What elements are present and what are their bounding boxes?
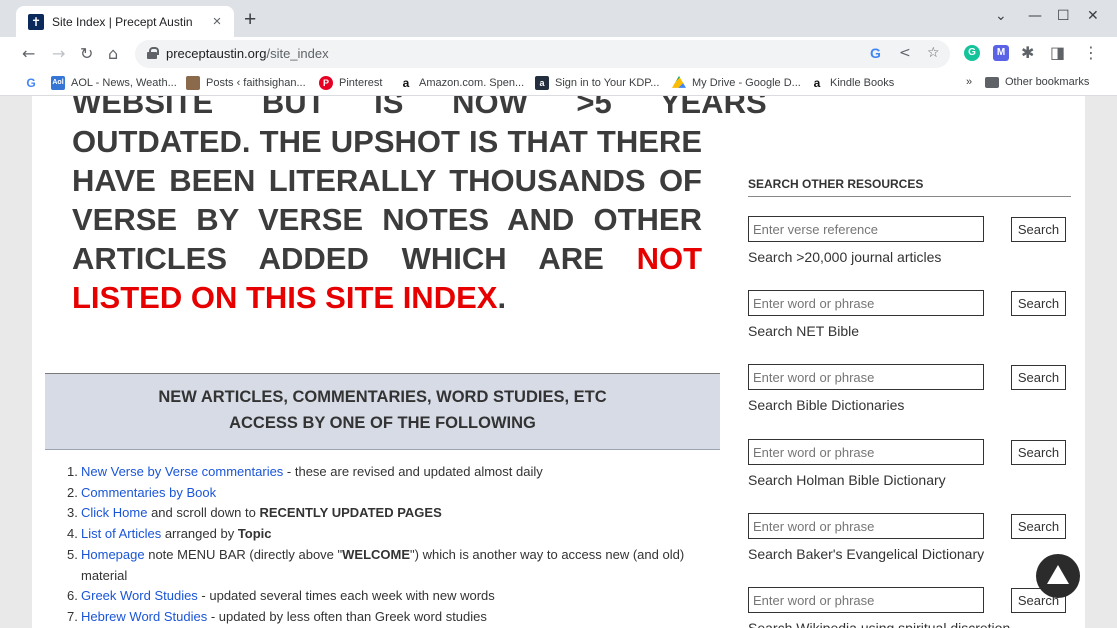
side-panel-icon[interactable]: ◨ — [1050, 43, 1065, 62]
bookmark-drive[interactable]: My Drive - Google D... — [672, 76, 801, 90]
extensions-puzzle-icon[interactable]: ✱ — [1021, 43, 1034, 62]
search-button[interactable]: Search — [1011, 440, 1066, 465]
new-articles-subheading: ACCESS BY ONE OF THE FOLLOWING — [229, 414, 536, 432]
cross-favicon-icon: ✝ — [28, 13, 44, 30]
search-input[interactable] — [748, 290, 984, 316]
amazon-icon: a — [402, 76, 410, 90]
search-label: Search NET Bible — [748, 323, 860, 339]
bookmark-kindle[interactable]: a Kindle Books — [810, 76, 895, 90]
posts-icon — [186, 76, 200, 90]
bookmarks-more-button[interactable]: » — [966, 76, 972, 88]
bookmark-aol[interactable]: Aol AOL - News, Weath... — [51, 76, 177, 90]
drive-icon — [672, 76, 686, 88]
browser-toolbar: ← → ↻ ⌂ preceptaustin.org/site_index G <… — [0, 37, 1117, 71]
site-index-notice: WEBSITE BUT IS NOW >5 YEARS OUTDATED. TH… — [72, 96, 767, 315]
list-item: 6. Greek Word Studies - updated several t… — [67, 588, 495, 604]
bookmark-star-icon[interactable]: ☆ — [927, 45, 940, 61]
share-icon[interactable]: < — [899, 45, 911, 61]
bookmark-pinterest[interactable]: P Pinterest — [319, 76, 382, 90]
search-input[interactable] — [748, 513, 984, 539]
search-resources-title: SEARCH OTHER RESOURCES — [748, 177, 924, 191]
browser-window: ✝ Site Index | Precept Austin × + ⌄ — ☐ … — [0, 0, 1117, 628]
kdp-icon: a — [535, 76, 549, 90]
close-window-button[interactable]: ✕ — [1087, 8, 1099, 24]
google-icon: G — [26, 76, 36, 90]
home-button[interactable]: ⌂ — [108, 44, 118, 63]
list-item: 3. Click Home and scroll down to RECENTLY… — [67, 505, 442, 521]
pinterest-icon: P — [319, 76, 333, 90]
maximize-button[interactable]: ☐ — [1057, 8, 1070, 24]
other-bookmarks[interactable]: Other bookmarks — [985, 76, 1089, 88]
grammarly-extension-icon[interactable]: G — [964, 45, 980, 61]
commentaries-by-book-link[interactable]: Commentaries by Book — [81, 485, 216, 500]
bookmarks-bar: G Aol AOL - News, Weath... Posts ‹ faiths… — [0, 71, 1117, 96]
bookmark-amazon[interactable]: a Amazon.com. Spen... — [399, 76, 525, 90]
access-list: 1. New Verse by Verse commentaries - thes… — [67, 462, 707, 628]
folder-icon — [985, 76, 999, 88]
new-articles-heading: NEW ARTICLES, COMMENTARIES, WORD STUDIES… — [158, 388, 607, 406]
tab-title: Site Index | Precept Austin — [52, 14, 193, 29]
list-item: 1. New Verse by Verse commentaries - thes… — [67, 464, 543, 479]
search-button[interactable]: Search — [1011, 514, 1066, 539]
google-lens-icon[interactable]: G — [870, 45, 881, 61]
search-input[interactable] — [748, 587, 984, 613]
hebrew-word-studies-link[interactable]: Hebrew Word Studies — [81, 609, 207, 624]
tab-site-index[interactable]: ✝ Site Index | Precept Austin × — [16, 6, 234, 37]
search-label: Search Baker's Evangelical Dictionary — [748, 546, 985, 562]
search-label: Search Holman Bible Dictionary — [748, 472, 946, 488]
aol-icon: Aol — [51, 76, 65, 90]
search-button[interactable]: Search — [1011, 217, 1066, 242]
search-input[interactable] — [748, 364, 984, 390]
page-content: WEBSITE BUT IS NOW >5 YEARS OUTDATED. TH… — [32, 96, 1085, 628]
search-button[interactable]: Search — [1011, 365, 1066, 390]
reload-button[interactable]: ↻ — [80, 44, 93, 63]
menu-icon[interactable]: ⋮ — [1083, 43, 1099, 62]
homepage-link[interactable]: Homepage — [81, 547, 145, 562]
search-input[interactable] — [748, 439, 984, 465]
list-item: 7. Hebrew Word Studies - updated by less … — [67, 608, 487, 624]
new-tab-button[interactable]: + — [244, 9, 256, 31]
scroll-to-top-button[interactable] — [1036, 554, 1080, 598]
search-label: Search Wikipedia using spiritual discret… — [748, 620, 1011, 628]
left-edge-strip — [0, 136, 10, 628]
search-button[interactable]: Search — [1011, 291, 1066, 316]
verse-reference-input[interactable] — [748, 216, 984, 242]
search-label: Search Bible Dictionaries — [748, 397, 905, 413]
tab-strip: ✝ Site Index | Precept Austin × + ⌄ — ☐ … — [0, 0, 1117, 37]
url-text: preceptaustin.org/site_index — [166, 46, 329, 61]
amazon-icon: a — [813, 76, 821, 90]
divider — [748, 196, 1071, 197]
web-page: WEBSITE BUT IS NOW >5 YEARS OUTDATED. TH… — [0, 96, 1117, 628]
lock-icon — [147, 47, 159, 59]
bookmark-kdp[interactable]: a Sign in to Your KDP... — [535, 76, 659, 90]
new-articles-banner: NEW ARTICLES, COMMENTARIES, WORD STUDIES… — [45, 373, 720, 450]
extension-icon[interactable]: M — [993, 45, 1009, 61]
list-item: 4. List of Articles arranged by Topic — [67, 526, 272, 542]
minimize-button[interactable]: — — [1028, 8, 1042, 24]
back-button[interactable]: ← — [22, 44, 35, 63]
new-verse-commentaries-link[interactable]: New Verse by Verse commentaries — [81, 464, 283, 479]
address-bar[interactable]: preceptaustin.org/site_index G < ☆ — [135, 40, 950, 68]
bookmark-posts[interactable]: Posts ‹ faithsighan... — [186, 76, 306, 90]
greek-word-studies-link[interactable]: Greek Word Studies — [81, 588, 198, 603]
bookmark-google[interactable]: G — [24, 76, 44, 90]
click-home-link[interactable]: Click Home — [81, 505, 147, 520]
tab-close-icon[interactable]: × — [208, 13, 226, 30]
list-of-articles-link[interactable]: List of Articles — [81, 526, 161, 541]
list-item: 5. Homepage note MENU BAR (directly above… — [67, 546, 685, 583]
forward-button[interactable]: → — [52, 44, 65, 63]
list-item: 2. Commentaries by Book — [67, 484, 217, 500]
search-label: Search >20,000 journal articles — [748, 249, 942, 265]
tab-search-dropdown-icon[interactable]: ⌄ — [995, 8, 1007, 24]
